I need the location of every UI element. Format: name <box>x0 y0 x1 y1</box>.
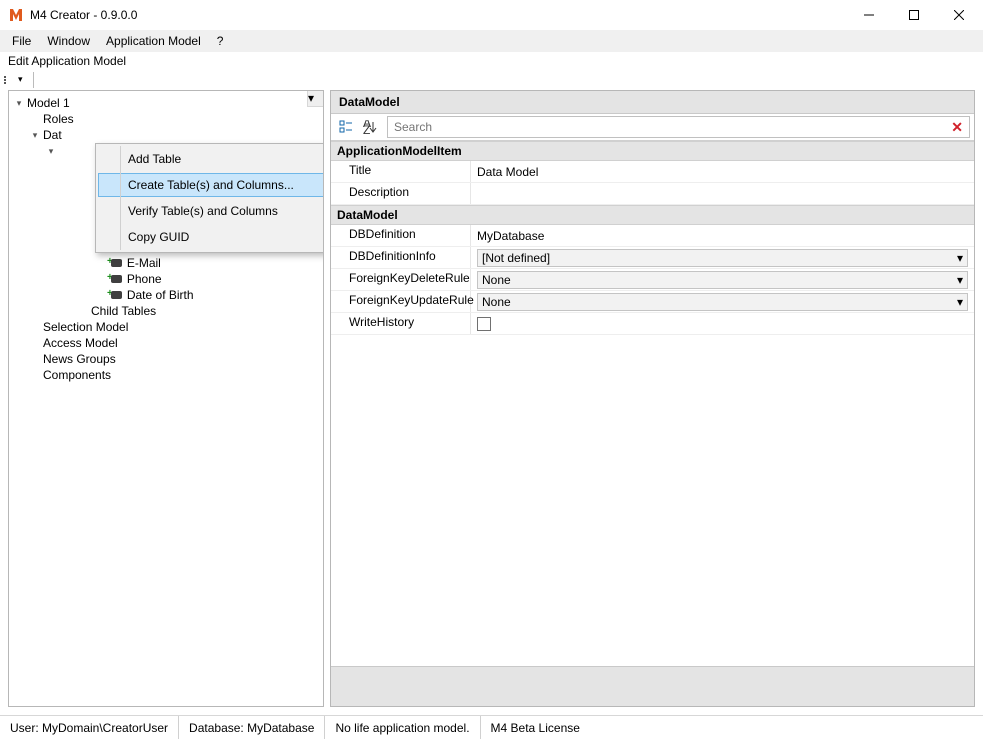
chevron-down-icon: ▾ <box>957 273 963 287</box>
search-input[interactable] <box>388 117 945 137</box>
column-icon <box>111 258 123 268</box>
tree-node-access-model[interactable]: Access Model <box>43 335 118 351</box>
tree-pane: ▾ ▾ Model 1 Roles ▾ Dat ▾ + E-Mail <box>8 90 324 707</box>
tree-node-childtables[interactable]: Child Tables <box>91 303 156 319</box>
status-license: M4 Beta License <box>481 716 590 739</box>
maximize-button[interactable] <box>891 0 936 30</box>
prop-val-writehistory-checkbox[interactable] <box>477 317 491 331</box>
prop-name-title: Title <box>331 161 471 182</box>
tree-node-model[interactable]: Model 1 <box>27 95 70 111</box>
menu-window[interactable]: Window <box>39 32 98 50</box>
dropdown-text: None <box>482 273 511 287</box>
menu-help[interactable]: ? <box>209 32 232 50</box>
prop-name-fkdelete: ForeignKeyDeleteRule <box>331 269 471 290</box>
prop-val-dbdefinitioninfo[interactable]: [Not defined] ▾ <box>477 249 968 267</box>
close-button[interactable] <box>936 0 981 30</box>
toolbar-dropdown-icon[interactable]: ▾ <box>18 74 23 85</box>
property-pane: DataModel AZ ✕ ApplicationModelItem Titl… <box>330 90 975 707</box>
minimize-button[interactable] <box>846 0 891 30</box>
toolbar-grip-icon <box>4 76 16 84</box>
section-caption: Edit Application Model <box>0 52 983 70</box>
prop-name-fkupdate: ForeignKeyUpdateRule <box>331 291 471 312</box>
ctx-add-table[interactable]: Add Table <box>98 146 324 172</box>
context-menu: Add Table Create Table(s) and Columns...… <box>95 143 324 253</box>
column-icon <box>111 274 123 284</box>
tree-node-selection-model[interactable]: Selection Model <box>43 319 128 335</box>
property-description-area <box>331 666 974 706</box>
menu-application-model[interactable]: Application Model <box>98 32 209 50</box>
dropdown-text: None <box>482 295 511 309</box>
property-pane-title: DataModel <box>331 91 974 114</box>
prop-name-dbdefinition: DBDefinition <box>331 225 471 246</box>
tree-node-news-groups[interactable]: News Groups <box>43 351 116 367</box>
chevron-down-icon: ▾ <box>957 251 963 265</box>
categorized-view-button[interactable] <box>335 116 357 138</box>
ctx-create-tables[interactable]: Create Table(s) and Columns... <box>98 173 324 197</box>
property-search[interactable]: ✕ <box>387 116 970 138</box>
status-appmodel: No life application model. <box>325 716 480 739</box>
app-logo-icon <box>8 7 24 23</box>
svg-text:Z: Z <box>363 123 370 134</box>
status-user: User: MyDomain\CreatorUser <box>0 716 179 739</box>
toolbar-separator <box>33 72 34 88</box>
prop-category-appitem[interactable]: ApplicationModelItem <box>331 141 974 161</box>
prop-val-fkupdate[interactable]: None ▾ <box>477 293 968 311</box>
tree-node-dob[interactable]: Date of Birth <box>127 287 194 303</box>
ctx-verify-tables[interactable]: Verify Table(s) and Columns <box>98 198 324 224</box>
tree-node-roles[interactable]: Roles <box>43 111 74 127</box>
menu-bar: File Window Application Model ? <box>0 30 983 52</box>
prop-category-datamodel[interactable]: DataModel <box>331 205 974 225</box>
tree-node-datamodels[interactable]: Dat <box>43 127 62 143</box>
title-bar: M4 Creator - 0.9.0.0 <box>0 0 983 30</box>
status-bar: User: MyDomain\CreatorUser Database: MyD… <box>0 715 983 739</box>
prop-val-description[interactable] <box>471 183 974 204</box>
mini-toolbar: ▾ <box>0 70 983 90</box>
prop-val-fkdelete[interactable]: None ▾ <box>477 271 968 289</box>
prop-val-title[interactable]: Data Model <box>471 161 974 182</box>
tree-node-phone[interactable]: Phone <box>127 271 162 287</box>
prop-name-description: Description <box>331 183 471 204</box>
prop-val-dbdefinition[interactable]: MyDatabase <box>471 225 974 246</box>
ctx-copy-guid[interactable]: Copy GUID <box>98 224 324 250</box>
column-icon <box>111 290 123 300</box>
expander-icon[interactable]: ▾ <box>43 143 59 159</box>
tree-node-components[interactable]: Components <box>43 367 111 383</box>
chevron-down-icon: ▾ <box>957 295 963 309</box>
clear-search-icon[interactable]: ✕ <box>945 119 969 136</box>
window-title: M4 Creator - 0.9.0.0 <box>30 8 137 22</box>
alphabetical-view-button[interactable]: AZ <box>359 116 381 138</box>
expander-icon[interactable]: ▾ <box>11 95 27 111</box>
expander-icon[interactable]: ▾ <box>27 127 43 143</box>
prop-name-writehistory: WriteHistory <box>331 313 471 334</box>
model-tree[interactable]: ▾ Model 1 Roles ▾ Dat ▾ + E-Mail + <box>9 91 323 387</box>
property-grid: ApplicationModelItem Title Data Model De… <box>331 141 974 666</box>
tree-node-email[interactable]: E-Mail <box>127 255 161 271</box>
status-database: Database: MyDatabase <box>179 716 325 739</box>
dropdown-text: [Not defined] <box>482 251 550 265</box>
prop-name-dbdefinitioninfo: DBDefinitionInfo <box>331 247 471 268</box>
menu-file[interactable]: File <box>4 32 39 50</box>
